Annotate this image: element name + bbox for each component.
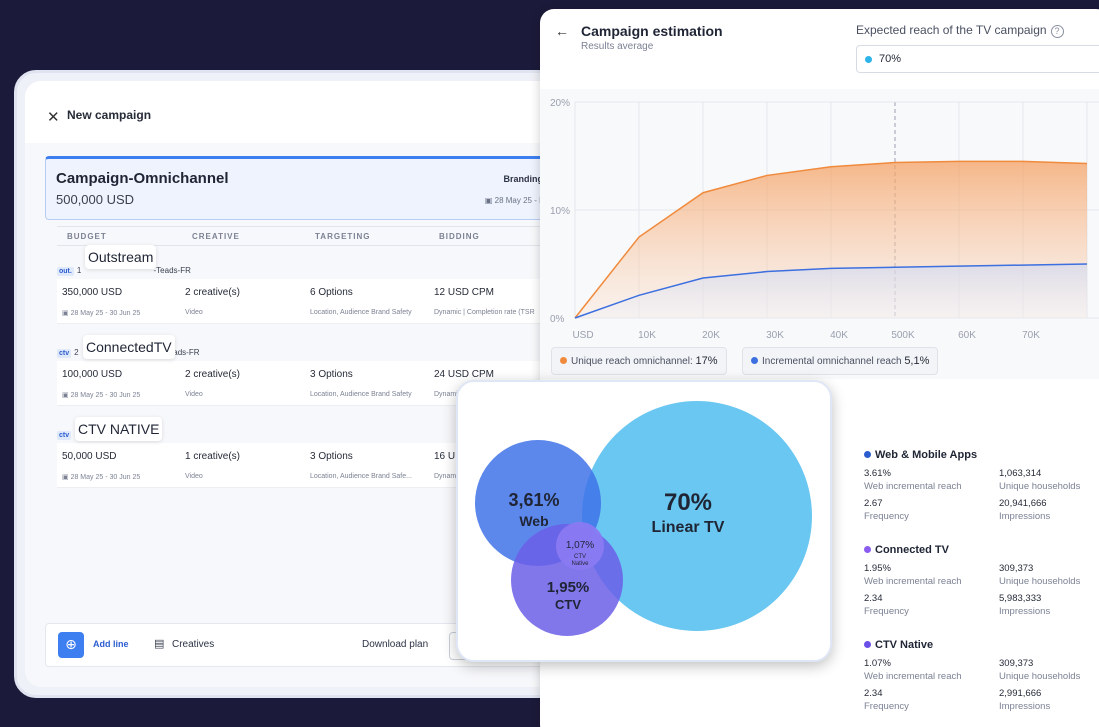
venn-linear-tv-label: Linear TV: [652, 519, 725, 536]
x-tick-label: 60K: [958, 330, 976, 341]
stats-web: Web & Mobile Apps 3.61% Web incremental r…: [864, 449, 1081, 522]
x-tick-label: 10K: [638, 330, 656, 341]
table-row[interactable]: 350,000 USD ▣ 28 May 25 - 30 Jun 25 2 cr…: [57, 279, 567, 324]
y-tick-label: 20%: [550, 98, 570, 109]
col-creative: CREATIVE: [192, 232, 240, 241]
venn-diagram: 70% Linear TV 3,61% Web 1,95% CTV 1,07% …: [475, 401, 812, 636]
stats-ctv-native: CTV Native 1.07% Web incremental reach 30…: [864, 639, 1081, 712]
x-tick-label: USD: [572, 330, 593, 341]
panel-header: ✕ New campaign: [25, 81, 571, 143]
y-tick-label: 10%: [550, 206, 570, 217]
col-targeting: TARGETING: [315, 232, 371, 241]
panel-title: New campaign: [67, 108, 152, 122]
venn-ctv-value: 1,95%: [547, 579, 590, 596]
stats-connected-tv: Connected TV 1.95% Web incremental reach …: [864, 544, 1081, 617]
calendar-icon: ▣: [484, 196, 493, 205]
line-label: ctv: [57, 430, 74, 440]
expected-reach-select[interactable]: 70%: [856, 45, 1099, 73]
campaign-card[interactable]: Campaign-Omnichannel 500,000 USD Brandin…: [45, 156, 565, 220]
y-tick-label: 0%: [550, 314, 565, 325]
reach-chart: 20% 10% 0% USD 10K 20K 30K 40K 500K 60K 70K: [550, 98, 1099, 341]
x-tick-label: 30K: [766, 330, 784, 341]
legend-unique-reach: Unique reach omnichannel: 17%: [551, 347, 727, 375]
venn-ctv-label: CTV: [555, 597, 581, 612]
campaign-name: Campaign-Omnichannel: [56, 170, 229, 187]
x-tick-label: 40K: [830, 330, 848, 341]
calendar-icon: ▣: [62, 392, 69, 399]
calendar-icon: ▣: [62, 310, 69, 317]
plus-icon: ⊕: [65, 636, 77, 652]
creatives-icon: ▤: [154, 638, 165, 650]
x-tick-label: 500K: [891, 330, 915, 341]
legend-dot: [751, 357, 758, 364]
format-tag: out.: [57, 267, 74, 276]
format-tooltip: Outstream: [85, 245, 157, 269]
back-arrow-icon[interactable]: ←: [555, 23, 569, 39]
venn-web-label: Web: [519, 513, 548, 529]
venn-card: 70% Linear TV 3,61% Web 1,95% CTV 1,07% …: [456, 380, 832, 662]
legend-dot: [864, 641, 871, 648]
format-tooltip: CTV NATIVE: [75, 417, 163, 441]
legend-incremental-reach: Incremental omnichannel reach 5,1%: [742, 347, 939, 375]
campaign-budget: 500,000 USD: [56, 192, 135, 207]
estimation-title: Campaign estimation: [581, 23, 723, 39]
close-icon[interactable]: ✕: [47, 108, 60, 126]
legend-dot: [864, 546, 871, 553]
legend-dot: [864, 451, 871, 458]
col-budget: BUDGET: [67, 232, 107, 241]
help-icon[interactable]: ?: [1050, 25, 1064, 38]
x-tick-label: 70K: [1022, 330, 1040, 341]
add-line-link[interactable]: Add line: [93, 639, 129, 649]
creatives-button[interactable]: Creatives: [172, 639, 214, 650]
venn-web-value: 3,61%: [508, 490, 559, 510]
add-line-button[interactable]: ⊕: [58, 632, 84, 658]
download-plan-label[interactable]: Download plan: [362, 639, 428, 650]
estimation-subtitle: Results average: [581, 41, 654, 52]
expected-reach-value: 70%: [879, 53, 902, 65]
status-dot: [865, 56, 872, 63]
x-tick-label: 20K: [702, 330, 720, 341]
col-bidding: BIDDING: [439, 232, 480, 241]
format-tooltip: ConnectedTV: [83, 335, 175, 359]
format-tag: ctv: [57, 431, 72, 440]
venn-linear-tv-value: 70%: [664, 489, 712, 516]
expected-reach-label: Expected reach of the TV campaign?: [856, 23, 1064, 38]
venn-ctv-native-value: 1,07%: [566, 540, 594, 551]
format-tag: ctv: [57, 349, 72, 358]
table-header: BUDGET CREATIVE TARGETING BIDDING: [57, 226, 567, 246]
calendar-icon: ▣: [62, 474, 69, 481]
legend-dot: [560, 357, 567, 364]
